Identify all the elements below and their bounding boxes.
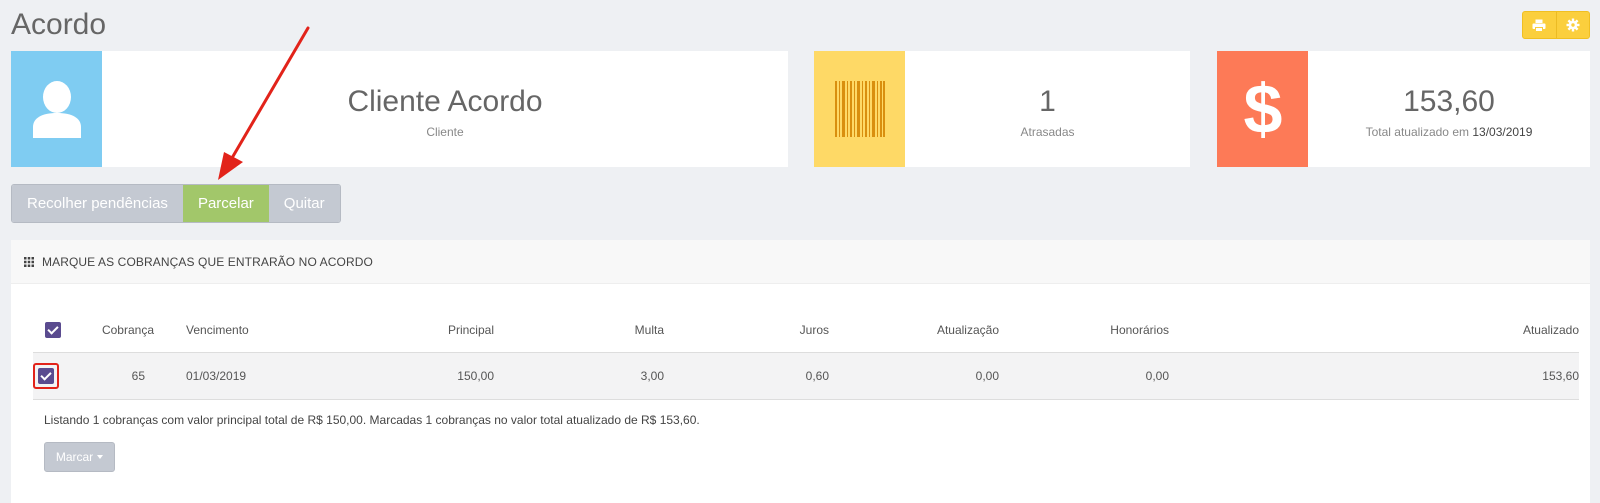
column-header-fine[interactable]: Multa: [494, 308, 664, 352]
client-name: Cliente Acordo: [347, 85, 543, 118]
cell-due: 01/03/2019: [154, 351, 294, 400]
grid-icon: [24, 256, 34, 267]
column-header-updated[interactable]: Atualizado: [1169, 308, 1579, 352]
column-header-principal[interactable]: Principal: [294, 308, 494, 352]
dollar-icon: $: [1243, 70, 1282, 148]
client-label: Cliente: [426, 125, 464, 139]
cell-fine: 3,00: [494, 351, 664, 400]
summary-text: Listando 1 cobranças com valor principal…: [44, 413, 700, 427]
panel-header: MARQUE AS COBRANÇAS QUE ENTRARÃO NO ACOR…: [11, 240, 1590, 284]
gear-icon: [1566, 18, 1580, 32]
total-date: 13/03/2019: [1472, 125, 1533, 139]
caret-down-icon: [97, 455, 104, 459]
collect-pending-button[interactable]: Recolher pendências: [12, 185, 183, 222]
mark-dropdown-button[interactable]: Marcar: [44, 442, 115, 472]
panel-title: MARQUE AS COBRANÇAS QUE ENTRARÃO NO ACOR…: [42, 254, 373, 269]
installments-button[interactable]: Parcelar: [182, 185, 269, 222]
cell-interest: 0,60: [664, 351, 829, 400]
settle-button[interactable]: Quitar: [268, 185, 340, 222]
cell-principal: 150,00: [294, 351, 494, 400]
charges-panel: MARQUE AS COBRANÇAS QUE ENTRARÃO NO ACOR…: [11, 240, 1590, 503]
cell-fees: 0,00: [999, 351, 1169, 400]
row-select-cell: [33, 351, 72, 400]
column-header-due[interactable]: Vencimento: [154, 308, 294, 352]
charges-table: Cobrança Vencimento Principal Multa Juro…: [33, 308, 1579, 400]
column-header-update[interactable]: Atualização: [829, 308, 999, 352]
client-info: Cliente Acordo Cliente: [102, 51, 788, 167]
cell-updated: 153,60: [1169, 351, 1579, 400]
settings-button[interactable]: [1555, 12, 1589, 38]
overdue-label: Atrasadas: [1020, 125, 1075, 139]
page-title: Acordo: [11, 8, 107, 41]
select-all-checkbox[interactable]: [40, 317, 66, 343]
mark-button-label: Marcar: [55, 450, 94, 464]
overdue-card: 1 Atrasadas: [814, 51, 1190, 167]
column-header-fees[interactable]: Honorários: [999, 308, 1169, 352]
total-card: $ 153,60 Total atualizado em 13/03/2019: [1217, 51, 1590, 167]
checkbox-check-icon: [44, 321, 61, 338]
total-label-prefix: Total atualizado em: [1365, 125, 1469, 139]
total-value: 153,60: [1403, 85, 1495, 118]
total-info: 153,60 Total atualizado em 13/03/2019: [1308, 51, 1590, 167]
cell-update: 0,00: [829, 351, 999, 400]
cell-charge: 65: [72, 351, 154, 400]
user-icon: [32, 81, 81, 138]
select-all-cell: [33, 308, 72, 352]
client-card: Cliente Acordo Cliente: [11, 51, 788, 167]
overdue-tile: [814, 51, 905, 167]
column-header-charge[interactable]: Cobrança: [72, 308, 154, 352]
top-actions: [1522, 11, 1590, 39]
overdue-info: 1 Atrasadas: [905, 51, 1190, 167]
row-checkbox[interactable]: [33, 362, 59, 389]
overdue-count: 1: [1039, 85, 1056, 118]
svg-text:$: $: [1243, 70, 1282, 148]
action-button-group: Recolher pendências Parcelar Quitar: [11, 184, 341, 223]
table-header-row: Cobrança Vencimento Principal Multa Juro…: [33, 308, 1579, 352]
client-tile: [11, 51, 102, 167]
print-button[interactable]: [1523, 12, 1556, 38]
column-header-interest[interactable]: Juros: [664, 308, 829, 352]
print-icon: [1532, 19, 1546, 32]
table-row[interactable]: 65 01/03/2019 150,00 3,00 0,60 0,00 0,00…: [33, 351, 1579, 400]
checkbox-check-icon: [38, 367, 54, 384]
barcode-icon: [834, 81, 885, 137]
total-label: Total atualizado em 13/03/2019: [1308, 125, 1590, 139]
total-tile: $: [1217, 51, 1308, 167]
